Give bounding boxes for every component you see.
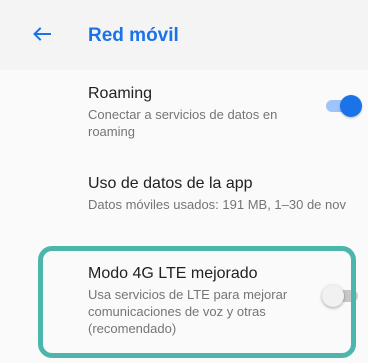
roaming-setting[interactable]: Roaming Conectar a servicios de datos en…: [88, 84, 350, 140]
back-button[interactable]: [30, 22, 54, 46]
roaming-toggle[interactable]: [326, 94, 362, 118]
enhanced-4g-lte-title: Modo 4G LTE mejorado: [88, 265, 258, 282]
page-title: Red móvil: [88, 25, 179, 46]
roaming-title: Roaming: [88, 85, 153, 102]
app-bar: Red móvil: [0, 0, 368, 70]
enhanced-4g-lte-setting[interactable]: Modo 4G LTE mejorado Usa servicios de LT…: [88, 264, 350, 337]
arrow-back-icon: [33, 27, 51, 41]
app-data-usage-title: Uso de datos de la app: [88, 175, 253, 192]
roaming-toggle-thumb: [340, 95, 362, 117]
enhanced-4g-lte-subtitle: Usa servicios de LTE para mejorar comuni…: [88, 287, 288, 336]
enhanced-4g-lte-toggle-thumb: [322, 285, 344, 307]
app-data-usage-setting[interactable]: Uso de datos de la app Datos móviles usa…: [88, 174, 350, 213]
enhanced-4g-lte-toggle[interactable]: [322, 284, 358, 308]
roaming-subtitle: Conectar a servicios de datos en roaming: [88, 107, 278, 139]
app-data-usage-subtitle: Datos móviles usados: 191 MB, 1–30 de no…: [88, 197, 346, 212]
